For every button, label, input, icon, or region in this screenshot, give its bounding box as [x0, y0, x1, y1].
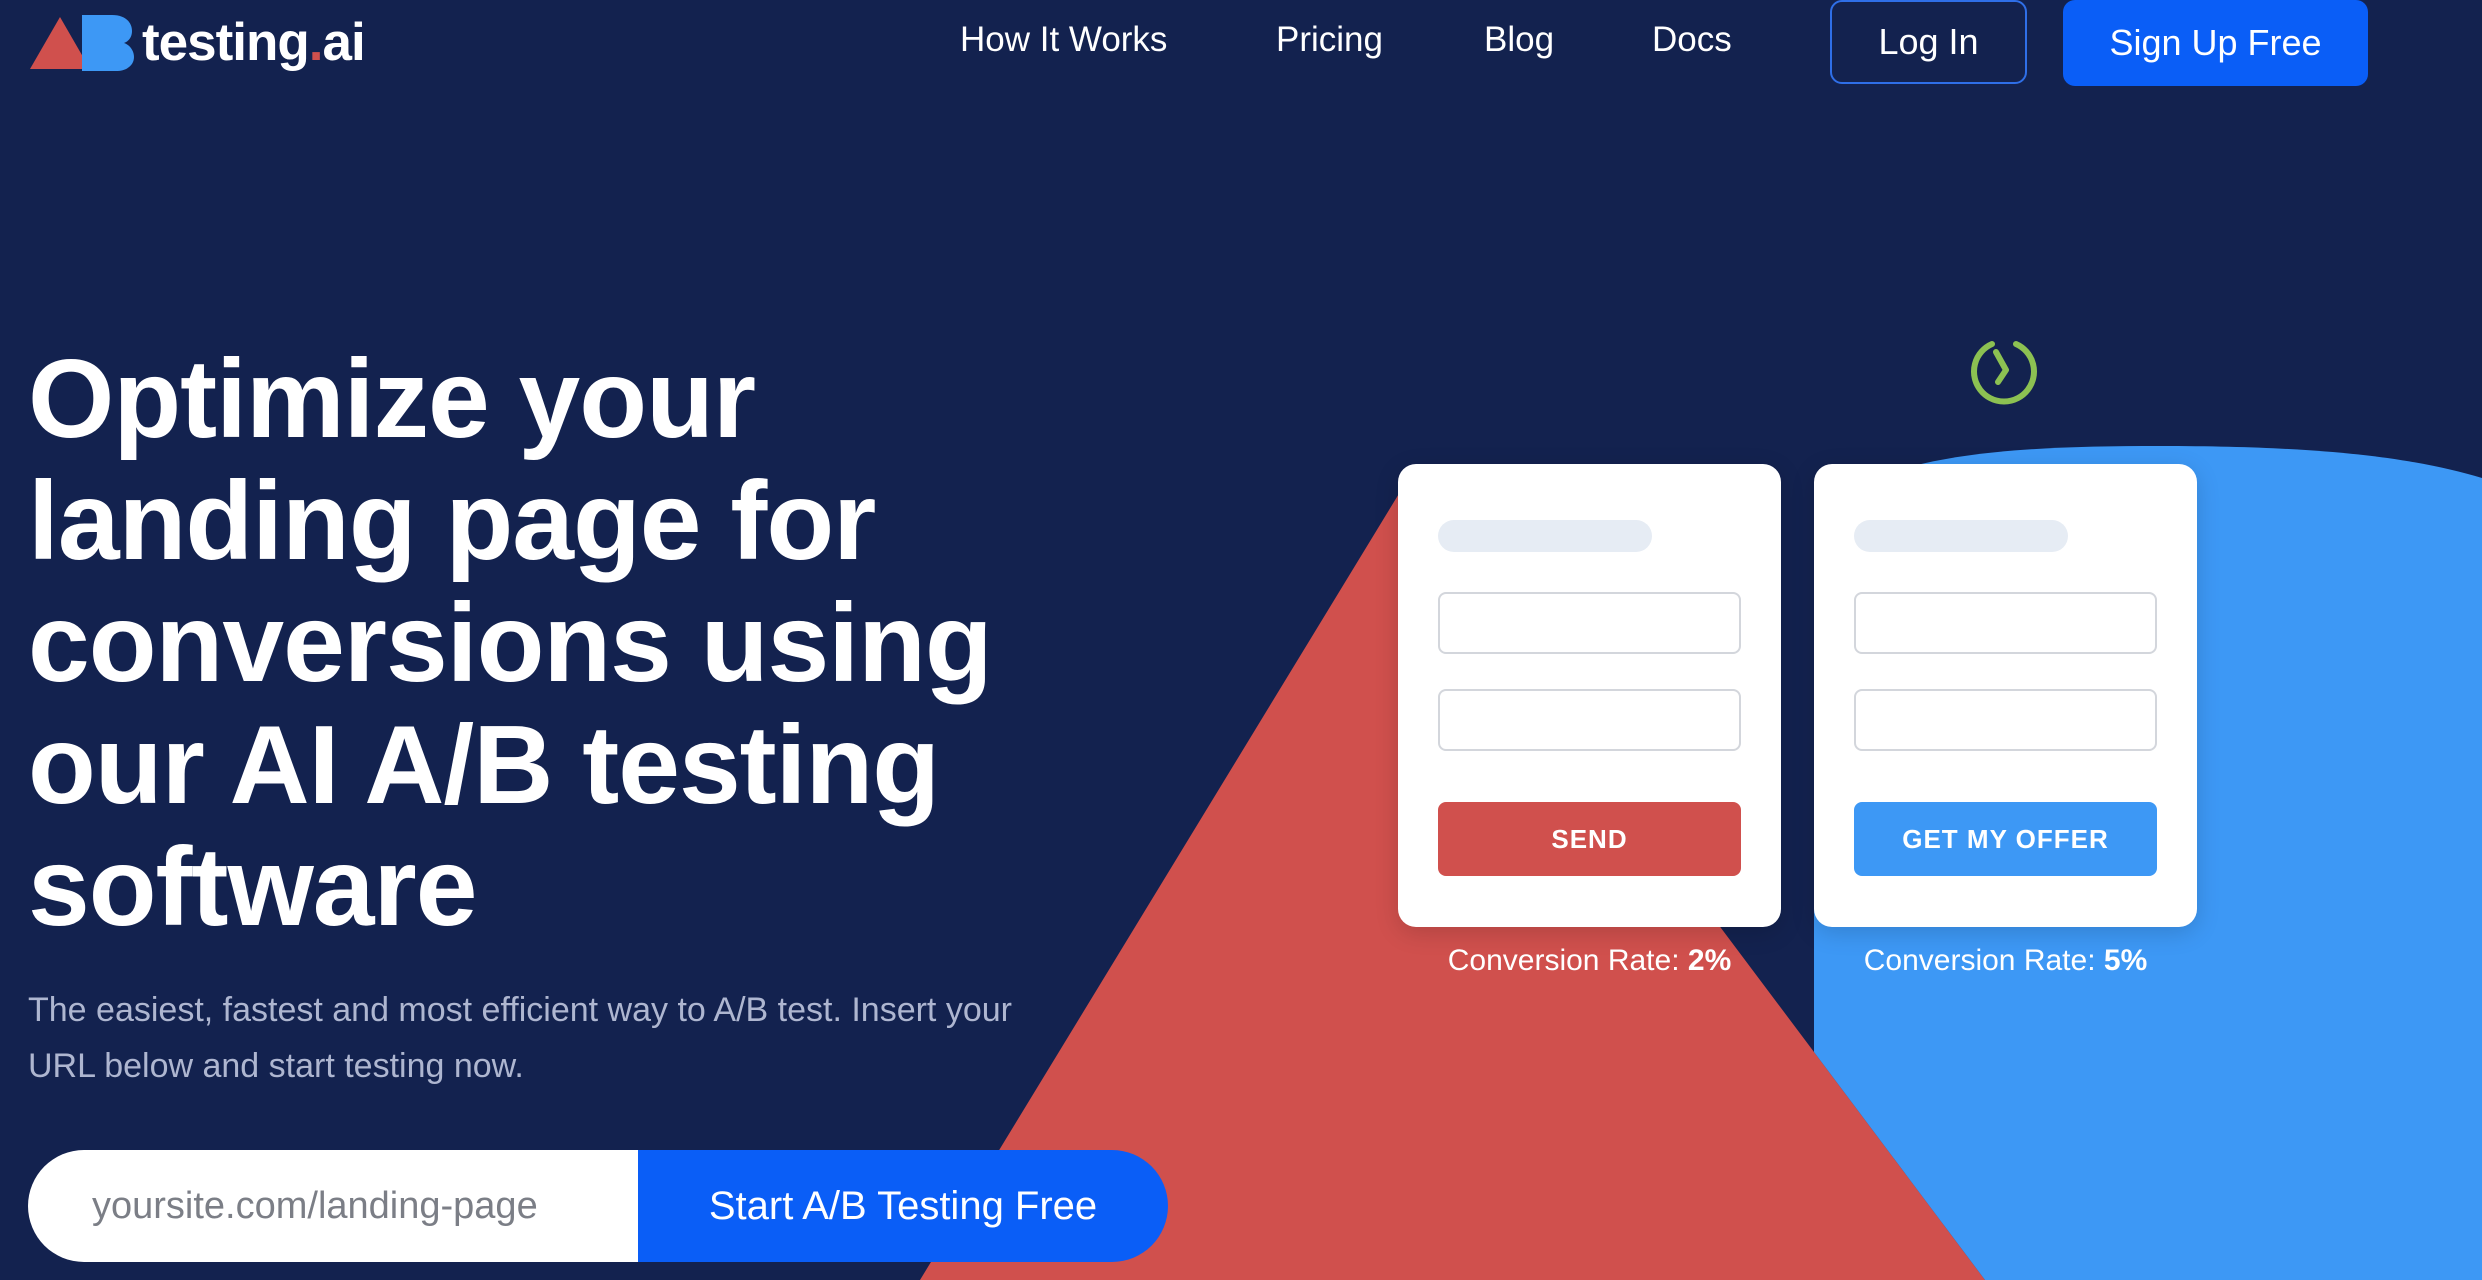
placeholder-heading-bar	[1438, 520, 1652, 552]
send-button: SEND	[1438, 802, 1741, 876]
variant-b-field-1	[1854, 592, 2157, 654]
conversion-value: 2%	[1687, 944, 1732, 977]
variant-a-card: SEND	[1398, 464, 1781, 927]
variant-b-card: GET MY OFFER	[1814, 464, 2197, 927]
hero-title: Optimize your landing page for conversio…	[28, 337, 993, 949]
variant-b-field-2	[1854, 689, 2157, 751]
conversion-value: 5%	[2103, 944, 2148, 977]
variant-a-field-2	[1438, 689, 1741, 751]
nav-link-how-it-works[interactable]: How It Works	[960, 14, 1167, 72]
variant-b-conversion-rate: Conversion Rate: 5%	[1814, 944, 2197, 978]
get-my-offer-button: GET MY OFFER	[1854, 802, 2157, 876]
nav-link-docs[interactable]: Docs	[1652, 14, 1732, 72]
url-input[interactable]	[28, 1150, 638, 1262]
conversion-label: Conversion Rate:	[1863, 944, 2096, 977]
start-testing-button[interactable]: Start A/B Testing Free	[638, 1150, 1168, 1262]
timer-icon	[1971, 341, 2037, 405]
placeholder-heading-bar	[1854, 520, 2068, 552]
variant-a-conversion-rate: Conversion Rate: 2%	[1398, 944, 1781, 978]
conversion-label: Conversion Rate:	[1447, 944, 1680, 977]
signup-button[interactable]: Sign Up Free	[2063, 0, 2368, 86]
login-button[interactable]: Log In	[1830, 0, 2027, 84]
hero-subtitle: The easiest, fastest and most efficient …	[28, 991, 1012, 1085]
nav-link-pricing[interactable]: Pricing	[1276, 14, 1383, 72]
nav-link-blog[interactable]: Blog	[1484, 14, 1554, 72]
variant-a-field-1	[1438, 592, 1741, 654]
url-form: Start A/B Testing Free	[28, 1150, 1168, 1262]
